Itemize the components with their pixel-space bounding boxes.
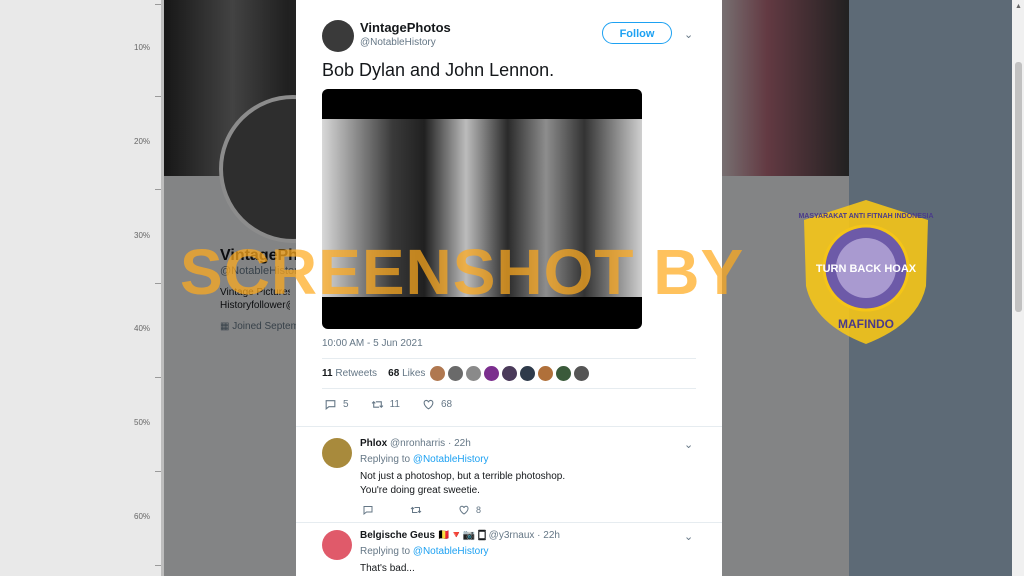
heart-icon — [423, 399, 434, 410]
ruler-label: 40% — [134, 324, 151, 333]
watermark-text: SCREENSHOT BY — [180, 236, 745, 308]
ruler-label: 60% — [134, 512, 151, 521]
reply-count: 5 — [343, 399, 349, 410]
chevron-down-icon[interactable]: ⌄ — [684, 438, 693, 451]
like-button[interactable]: 8 — [458, 504, 481, 516]
chevron-down-icon[interactable]: ⌄ — [684, 28, 693, 41]
divider — [296, 522, 722, 523]
retweet-count: 11 — [389, 399, 400, 410]
ruler-tick — [155, 471, 161, 472]
likes-count[interactable]: 68 — [388, 368, 399, 379]
liker-avatar[interactable] — [556, 366, 571, 381]
author-avatar[interactable] — [322, 20, 354, 52]
left-ruler: 10% 20% 30% 40% 50% 60% — [0, 0, 164, 576]
tweet-actions: 5 11 68 — [324, 398, 474, 411]
ruler-tick — [155, 189, 161, 190]
liker-avatar[interactable] — [520, 366, 535, 381]
page-scrollbar[interactable]: ▲ — [1012, 0, 1024, 576]
ruler-tick — [155, 565, 161, 566]
reply-text: That's bad... — [360, 562, 415, 576]
reply-avatar[interactable] — [322, 530, 352, 560]
scroll-up-icon[interactable]: ▲ — [1015, 3, 1022, 10]
scrollbar-thumb[interactable] — [1015, 62, 1022, 312]
retweet-icon — [371, 401, 383, 408]
liker-avatars — [430, 366, 589, 381]
badge-bottom-text: MAFINDO — [838, 317, 894, 331]
retweet-icon — [410, 506, 422, 514]
retweet-button[interactable]: 11 — [371, 398, 400, 411]
replying-to-link[interactable]: @NotableHistory — [413, 546, 489, 557]
tweet-stats: 11 Retweets 68 Likes — [322, 368, 425, 379]
follow-button[interactable]: Follow — [602, 22, 672, 44]
reply-icon — [325, 400, 336, 410]
reply-meta: Phlox @nronharris · 22h — [360, 438, 471, 449]
reply-author-handle[interactable]: @nronharris — [390, 438, 445, 449]
reply-avatar[interactable] — [322, 438, 352, 468]
reply-time[interactable]: 22h — [454, 438, 471, 449]
reply-icon — [363, 506, 373, 516]
liker-avatar[interactable] — [484, 366, 499, 381]
turnbackhoax-badge: MASYARAKAT ANTI FITNAH INDONESIA TURN BA… — [798, 200, 934, 344]
liker-avatar[interactable] — [574, 366, 589, 381]
tweet-timestamp[interactable]: 10:00 AM - 5 Jun 2021 — [322, 338, 423, 349]
ruler-label: 50% — [134, 418, 151, 427]
ruler-label: 30% — [134, 231, 151, 240]
tweet-text: Bob Dylan and John Lennon. — [322, 60, 555, 80]
reply-actions: 8 — [362, 504, 517, 516]
divider — [322, 358, 696, 359]
reply-text: Not just a photoshop, but a terrible pho… — [360, 470, 565, 498]
liker-avatar[interactable] — [538, 366, 553, 381]
heart-icon — [459, 505, 469, 515]
reply-line: That's bad... — [360, 563, 415, 574]
divider — [296, 426, 722, 427]
author-name[interactable]: VintagePhotos — [360, 20, 451, 35]
liker-avatar[interactable] — [430, 366, 445, 381]
divider — [322, 388, 696, 389]
retweets-count[interactable]: 11 — [322, 368, 333, 379]
author-handle[interactable]: @NotableHistory — [360, 37, 436, 48]
ruler-tick — [155, 283, 161, 284]
like-count: 8 — [476, 505, 482, 515]
retweets-label[interactable]: Retweets — [335, 368, 377, 379]
like-button[interactable]: 68 — [422, 398, 452, 411]
reply-author-name[interactable]: Phlox — [360, 438, 387, 449]
replying-label: Replying to — [360, 454, 411, 465]
replying-to: Replying to @NotableHistory — [360, 454, 489, 465]
replying-to: Replying to @NotableHistory — [360, 546, 489, 557]
replying-to-link[interactable]: @NotableHistory — [413, 454, 489, 465]
reply-button[interactable] — [362, 504, 374, 516]
reply-author-name[interactable]: Belgische Geus 🇧🇪🔻📷 🀆 — [360, 530, 486, 541]
liker-avatar[interactable] — [502, 366, 517, 381]
reply-button[interactable]: 5 — [324, 398, 349, 411]
badge-center-text: TURN BACK HOAX — [816, 263, 917, 275]
chevron-down-icon[interactable]: ⌄ — [684, 530, 693, 543]
replying-label: Replying to — [360, 546, 411, 557]
ruler-label: 10% — [134, 43, 151, 52]
liker-avatar[interactable] — [466, 366, 481, 381]
like-count: 68 — [440, 399, 453, 410]
liker-avatar[interactable] — [448, 366, 463, 381]
ruler-tick — [155, 96, 161, 97]
reply-line: You're doing great sweetie. — [360, 485, 480, 496]
badge-top-text: MASYARAKAT ANTI FITNAH INDONESIA — [798, 213, 933, 220]
ruler-label: 20% — [134, 137, 151, 146]
reply-meta: Belgische Geus 🇧🇪🔻📷 🀆 @y3rnaux · 22h — [360, 530, 560, 541]
likes-label[interactable]: Likes — [402, 368, 425, 379]
ruler-tick — [155, 4, 161, 5]
ruler-tick — [155, 377, 161, 378]
reply-author-handle[interactable]: @y3rnaux — [489, 530, 535, 541]
retweet-button[interactable] — [410, 504, 422, 516]
reply-line: Not just a photoshop, but a terrible pho… — [360, 471, 566, 482]
reply-time[interactable]: 22h — [543, 530, 560, 541]
